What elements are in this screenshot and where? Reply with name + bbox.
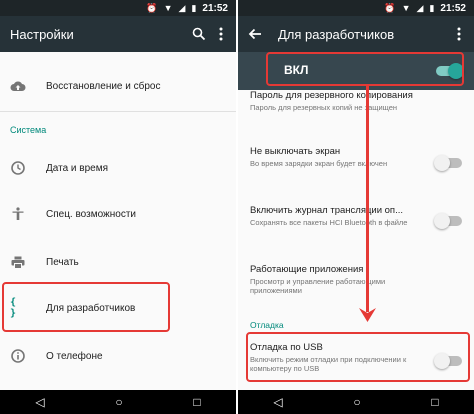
developer-options-screen: ⏰ ▼ ◢ ▮ 21:52 Для разработчиков ВКЛ Паро…: [238, 0, 474, 414]
highlight-box-developer: [2, 282, 170, 332]
setting-summary: Сохранять все пакеты HCI Bluetooth в фай…: [250, 218, 408, 227]
signal-icon: ◢: [416, 2, 424, 13]
stay-awake-toggle[interactable]: [434, 155, 462, 171]
search-icon[interactable]: [188, 23, 210, 45]
setting-title: Не выключать экран: [250, 146, 341, 157]
list-item-label: О телефоне: [46, 350, 103, 362]
list-item-accessibility[interactable]: Спец. возможности: [0, 194, 236, 234]
toggle-thumb: [434, 213, 450, 229]
list-item-label: Дата и время: [46, 162, 109, 174]
printer-icon: [10, 254, 26, 270]
more-options-icon[interactable]: [210, 23, 232, 45]
list-item-date-time[interactable]: Дата и время: [0, 148, 236, 188]
setting-summary: Пароль для резервных копий не защищен: [250, 103, 398, 112]
back-nav-icon[interactable]: ◁: [35, 395, 44, 409]
list-item-label: Восстановление и сброс: [46, 80, 161, 92]
setting-title: Пароль для резервного копирования: [250, 90, 413, 101]
back-arrow-icon[interactable]: [244, 23, 266, 45]
list-item-printing[interactable]: Печать: [0, 242, 236, 282]
setting-bluetooth-hci-log[interactable]: Включить журнал трансляции оп... Сохраня…: [250, 205, 430, 227]
alarm-icon: ⏰: [146, 2, 158, 13]
home-nav-icon[interactable]: ○: [353, 395, 360, 409]
list-item-label: Спец. возможности: [46, 208, 136, 220]
status-time: 21:52: [202, 2, 228, 14]
annotation-arrow-head: [359, 308, 376, 322]
page-title: Для разработчиков: [278, 26, 395, 42]
status-bar: ⏰ ▼ ◢ ▮ 21:52: [0, 0, 236, 16]
annotation-arrow-shaft: [366, 86, 369, 312]
home-nav-icon[interactable]: ○: [115, 395, 122, 409]
setting-summary: Во время зарядки экран будет включен: [250, 159, 388, 168]
list-item-backup-reset[interactable]: Восстановление и сброс: [0, 66, 236, 106]
setting-stay-awake[interactable]: Не выключать экран Во время зарядки экра…: [250, 146, 430, 168]
status-bar: ⏰ ▼ ◢ ▮ 21:52: [238, 0, 474, 16]
setting-title: Работающие приложения: [250, 264, 364, 275]
section-header-system: Система: [10, 125, 47, 135]
recents-nav-icon[interactable]: □: [431, 395, 438, 409]
wifi-icon: ▼: [401, 2, 411, 13]
navigation-bar: ◁ ○ □: [238, 390, 474, 414]
accessibility-icon: [10, 206, 26, 222]
toggle-thumb: [434, 155, 450, 171]
more-options-icon[interactable]: [448, 23, 470, 45]
info-icon: [10, 348, 26, 364]
cloud-upload-icon: [10, 78, 26, 94]
highlight-box-usb-debugging: [246, 332, 470, 382]
setting-running-services[interactable]: Работающие приложения Просмотр и управле…: [250, 264, 430, 295]
battery-icon: ▮: [429, 2, 435, 13]
back-nav-icon[interactable]: ◁: [273, 395, 282, 409]
list-item-about-phone[interactable]: О телефоне: [0, 336, 236, 376]
app-bar: Для разработчиков: [238, 16, 474, 52]
clock-icon: [10, 160, 26, 176]
battery-icon: ▮: [191, 2, 197, 13]
bluetooth-log-toggle[interactable]: [434, 213, 462, 229]
section-header-debugging: Отладка: [250, 320, 284, 330]
setting-summary: Просмотр и управление работающими прилож…: [250, 277, 386, 295]
navigation-bar: ◁ ○ □: [0, 390, 236, 414]
alarm-icon: ⏰: [384, 2, 396, 13]
list-item-label: Печать: [46, 256, 79, 268]
app-bar: Настройки: [0, 16, 236, 52]
wifi-icon: ▼: [163, 2, 173, 13]
settings-screen: ⏰ ▼ ◢ ▮ 21:52 Настройки Восстановление и…: [0, 0, 236, 414]
page-title: Настройки: [10, 26, 74, 42]
setting-backup-password[interactable]: Пароль для резервного копирования Пароль…: [250, 90, 430, 112]
divider: [0, 111, 236, 112]
status-time: 21:52: [440, 2, 466, 14]
signal-icon: ◢: [178, 2, 186, 13]
highlight-box-master: [266, 52, 464, 86]
setting-title: Включить журнал трансляции оп...: [250, 205, 403, 216]
recents-nav-icon[interactable]: □: [193, 395, 200, 409]
